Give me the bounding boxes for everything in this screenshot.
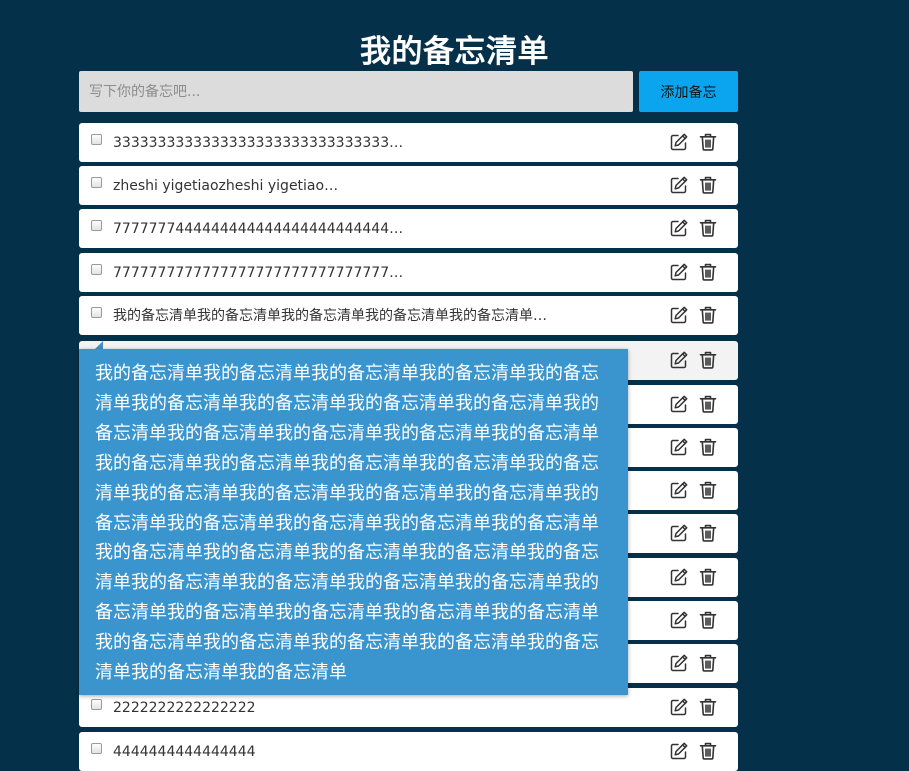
note-text: 4444444444444444 [113,744,256,760]
edit-icon[interactable] [669,305,689,325]
edit-icon[interactable] [669,610,689,630]
trash-icon[interactable] [698,132,718,152]
trash-icon[interactable] [698,262,718,282]
trash-icon[interactable] [698,697,718,717]
edit-icon[interactable] [669,132,689,152]
trash-icon[interactable] [698,480,718,500]
edit-icon[interactable] [669,480,689,500]
edit-icon[interactable] [669,218,689,238]
tooltip-arrow [95,341,103,349]
edit-icon[interactable] [669,350,689,370]
edit-icon[interactable] [669,262,689,282]
trash-icon[interactable] [698,523,718,543]
note-item: 7777777444444444444444444444444… [79,209,738,248]
trash-icon[interactable] [698,175,718,195]
note-text: 7777777444444444444444444444444… [113,221,404,237]
trash-icon[interactable] [698,350,718,370]
trash-icon[interactable] [698,305,718,325]
trash-icon[interactable] [698,567,718,587]
note-input[interactable] [79,71,633,112]
trash-icon[interactable] [698,218,718,238]
note-text: zheshi yigetiaozheshi yigetiao… [113,178,339,194]
note-checkbox[interactable] [91,743,102,754]
trash-icon[interactable] [698,437,718,457]
note-checkbox[interactable] [91,177,102,188]
note-text: 我的备忘清单我的备忘清单我的备忘清单我的备忘清单我的备忘清单… [113,308,547,324]
note-checkbox[interactable] [91,220,102,231]
edit-icon[interactable] [669,567,689,587]
note-item: 7777777777777777777777777777777… [79,253,738,292]
edit-icon[interactable] [669,394,689,414]
edit-icon[interactable] [669,741,689,761]
note-checkbox[interactable] [91,307,102,318]
edit-icon[interactable] [669,653,689,673]
trash-icon[interactable] [698,610,718,630]
edit-icon[interactable] [669,523,689,543]
note-checkbox[interactable] [91,264,102,275]
note-item: zheshi yigetiaozheshi yigetiao… [79,166,738,205]
note-text: 7777777777777777777777777777777… [113,265,404,281]
edit-icon[interactable] [669,437,689,457]
trash-icon[interactable] [698,653,718,673]
note-checkbox[interactable] [91,699,102,710]
note-item: 我的备忘清单我的备忘清单我的备忘清单我的备忘清单我的备忘清单… [79,296,738,335]
note-item: 4444444444444444 [79,732,738,771]
note-tooltip: 我的备忘清单我的备忘清单我的备忘清单我的备忘清单我的备忘清单我的备忘清单我的备忘… [79,349,628,695]
note-text: 2222222222222222 [113,700,256,716]
note-item: 3333333333333333333333333333333… [79,123,738,162]
note-text: 3333333333333333333333333333333… [113,135,404,151]
edit-icon[interactable] [669,697,689,717]
note-checkbox[interactable] [91,134,102,145]
add-note-button[interactable]: 添加备忘 [639,71,738,112]
add-note-form: 添加备忘 [79,71,738,112]
edit-icon[interactable] [669,175,689,195]
trash-icon[interactable] [698,394,718,414]
trash-icon[interactable] [698,741,718,761]
page-title: 我的备忘清单 [360,33,549,70]
